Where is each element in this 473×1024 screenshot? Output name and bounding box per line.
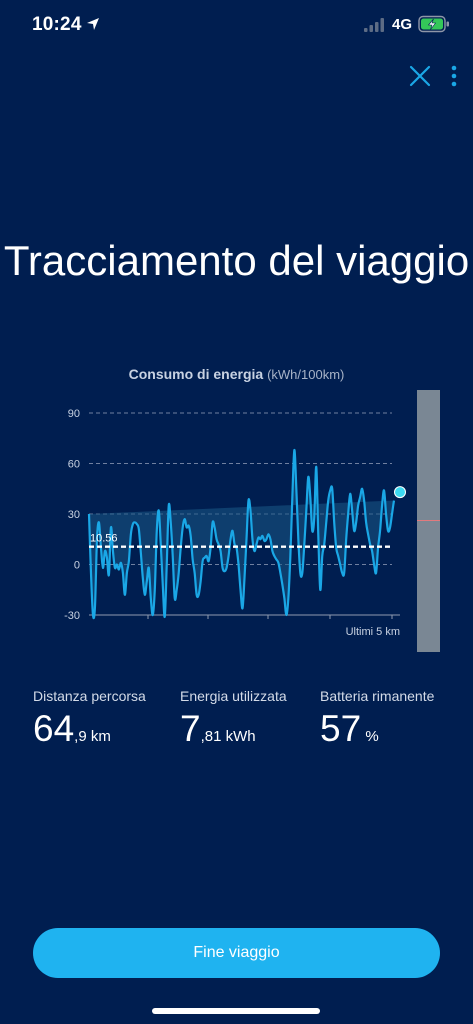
stat-energy-sub: ,81 kWh — [200, 728, 256, 745]
status-bar: 10:24 4G — [0, 0, 473, 52]
location-arrow-icon — [87, 18, 99, 30]
y-tick-label: -30 — [64, 610, 80, 622]
stat-energy-value: 7,81 kWh — [180, 708, 287, 750]
close-icon[interactable] — [406, 62, 434, 90]
chart-scrollbar[interactable] — [417, 390, 440, 652]
stat-battery-label: Batteria rimanente — [320, 688, 435, 704]
status-time: 10:24 — [32, 14, 82, 35]
energy-consumption-chart: 90 60 30 0 -30 Ultimi 5 km 10.56 — [64, 408, 406, 638]
chart-title-unit: (kWh/100km) — [267, 367, 345, 382]
x-axis-label: Ultimi 5 km — [346, 626, 400, 638]
stat-battery-main: 57 — [320, 708, 362, 749]
stat-energy-label: Energia utilizzata — [180, 688, 287, 704]
chart-title-label: Consumo di energia — [128, 366, 264, 382]
chart-scroll-marker — [417, 520, 440, 521]
y-tick-label: 0 — [74, 560, 80, 572]
stat-battery-sub: % — [361, 728, 379, 745]
stat-energy-main: 7 — [180, 708, 201, 749]
stat-battery: Batteria rimanente 57 % — [320, 688, 434, 750]
average-label: 10.56 — [90, 533, 118, 545]
home-indicator — [152, 1008, 320, 1014]
more-vertical-icon[interactable] — [444, 62, 464, 90]
stat-distance-main: 64 — [33, 708, 75, 749]
stat-distance-value: 64,9 km — [33, 708, 146, 750]
y-tick-label: 90 — [68, 408, 80, 420]
cellular-signal-icon — [364, 18, 384, 32]
current-value-marker — [394, 486, 406, 499]
page-title: Tracciamento del viaggio — [3, 237, 470, 284]
stat-distance-sub: ,9 km — [74, 728, 111, 745]
stat-distance: Distanza percorsa 64,9 km — [33, 688, 146, 750]
battery-charging-icon — [418, 15, 449, 33]
y-tick-label: 60 — [68, 459, 80, 471]
end-trip-button[interactable]: Fine viaggio — [33, 928, 440, 978]
stat-distance-label: Distanza percorsa — [33, 688, 146, 704]
chart-title: Consumo di energia (kWh/100km) — [0, 366, 473, 382]
y-tick-label: 30 — [68, 509, 80, 521]
stat-battery-value: 57 % — [320, 708, 434, 750]
network-type: 4G — [392, 16, 413, 33]
stat-energy: Energia utilizzata 7,81 kWh — [180, 688, 287, 750]
